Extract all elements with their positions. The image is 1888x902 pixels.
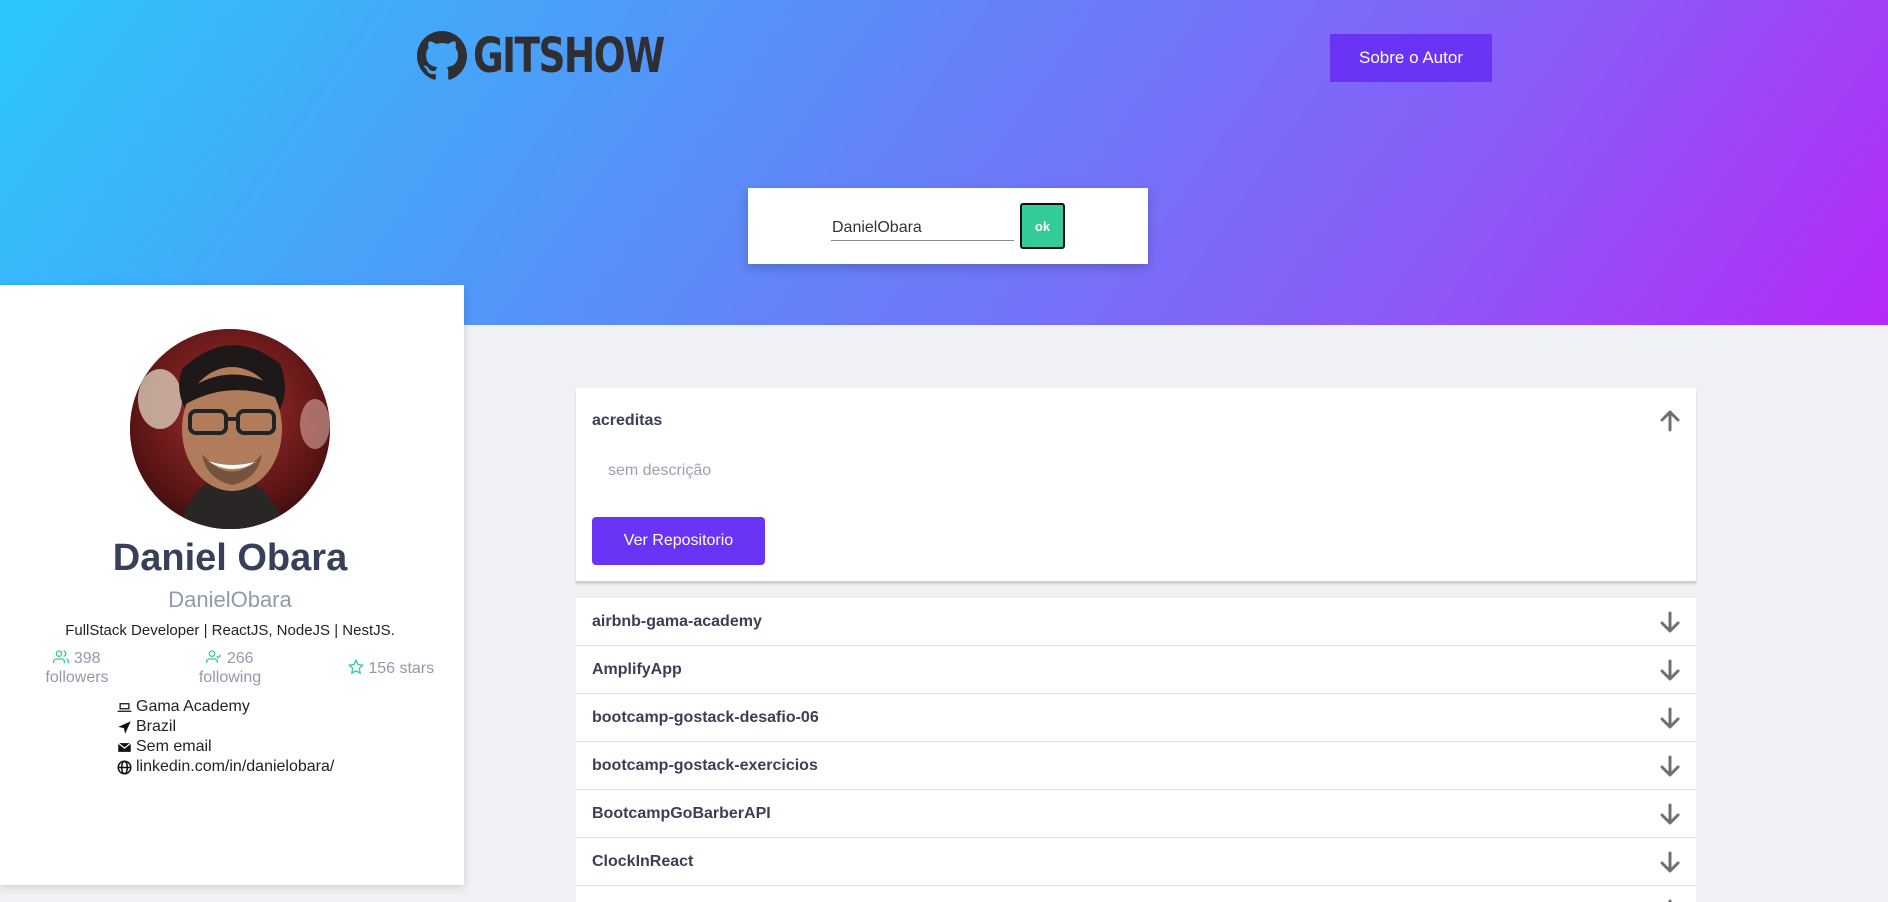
user-check-icon [206, 650, 222, 663]
repo-description: sem descrição [608, 462, 712, 479]
avatar [130, 329, 330, 529]
followers-label: followers [45, 669, 109, 686]
arrow-down-icon[interactable] [1658, 610, 1682, 634]
repo-item-partial[interactable] [576, 886, 1696, 902]
globe-icon [117, 760, 132, 774]
company-text: Gama Academy [136, 698, 250, 715]
followers-stat: 398 followers [30, 649, 124, 687]
repo-name[interactable]: bootcamp-gostack-desafio-06 [592, 709, 819, 727]
search-box: ok [748, 188, 1148, 264]
arrow-down-icon[interactable] [1658, 706, 1682, 730]
stars-stat: 156 stars [336, 658, 446, 678]
profile-info-list: Gama Academy Brazil Sem email linkedin.c… [117, 697, 334, 777]
arrow-down-icon[interactable] [1658, 898, 1682, 902]
arrow-down-icon[interactable] [1658, 802, 1682, 826]
view-repository-button[interactable]: Ver Repositorio [592, 517, 765, 565]
arrow-up-icon[interactable] [1658, 409, 1682, 433]
profile-card: Daniel Obara DanielObara FullStack Devel… [0, 285, 464, 885]
repo-name[interactable]: ClockInReact [592, 853, 693, 871]
location-item: Brazil [117, 717, 334, 737]
repo-item[interactable]: bootcamp-gostack-exercicios [576, 742, 1696, 790]
envelope-icon [117, 742, 132, 752]
repo-collapsed-list: airbnb-gama-academy AmplifyApp bootcamp-… [576, 598, 1696, 902]
arrow-down-icon[interactable] [1658, 658, 1682, 682]
repo-name[interactable]: AmplifyApp [592, 661, 682, 679]
following-stat: 266 following [183, 649, 277, 687]
repo-name[interactable]: acreditas [592, 412, 662, 430]
logo[interactable]: GITSHOW [417, 28, 718, 84]
email-item: Sem email [117, 737, 334, 757]
github-icon [417, 31, 467, 80]
company-item: Gama Academy [117, 697, 334, 717]
blog-item[interactable]: linkedin.com/in/danielobara/ [117, 757, 334, 777]
arrow-down-icon[interactable] [1658, 754, 1682, 778]
repo-item[interactable]: ClockInReact [576, 838, 1696, 886]
repo-item[interactable]: airbnb-gama-academy [576, 598, 1696, 646]
laptop-icon [117, 702, 132, 712]
location-arrow-icon [118, 720, 131, 734]
location-text: Brazil [136, 718, 177, 735]
logo-text: GITSHOW [473, 28, 665, 84]
repo-item[interactable]: AmplifyApp [576, 646, 1696, 694]
following-label: following [198, 669, 262, 686]
repo-item[interactable]: bootcamp-gostack-desafio-06 [576, 694, 1696, 742]
header-banner: GITSHOW Sobre o Autor [0, 0, 1888, 325]
blog-link[interactable]: linkedin.com/in/danielobara/ [136, 758, 334, 776]
users-icon [53, 650, 70, 663]
star-icon [347, 658, 364, 675]
repo-list: acreditas sem descrição Ver Repositorio … [576, 388, 1696, 902]
repo-name[interactable]: bootcamp-gostack-exercicios [592, 757, 818, 775]
search-ok-button[interactable]: ok [1020, 203, 1065, 249]
profile-name: Daniel Obara [112, 537, 348, 579]
arrow-down-icon[interactable] [1658, 850, 1682, 874]
repo-name[interactable]: BootcampGoBarberAPI [592, 805, 771, 823]
following-count: 266 [226, 650, 254, 667]
stars-count: 156 stars [368, 660, 435, 677]
profile-login: DanielObara [168, 587, 292, 612]
username-input[interactable] [831, 215, 1014, 241]
repo-item-expanded[interactable]: acreditas sem descrição Ver Repositorio [576, 388, 1696, 582]
repo-name[interactable]: airbnb-gama-academy [592, 613, 762, 631]
profile-bio: FullStack Developer | ReactJS, NodeJS | … [65, 622, 395, 639]
followers-count: 398 [73, 650, 101, 667]
repo-item[interactable]: BootcampGoBarberAPI [576, 790, 1696, 838]
avatar-photo [130, 329, 330, 529]
about-author-button[interactable]: Sobre o Autor [1330, 34, 1492, 82]
email-text: Sem email [136, 738, 212, 755]
